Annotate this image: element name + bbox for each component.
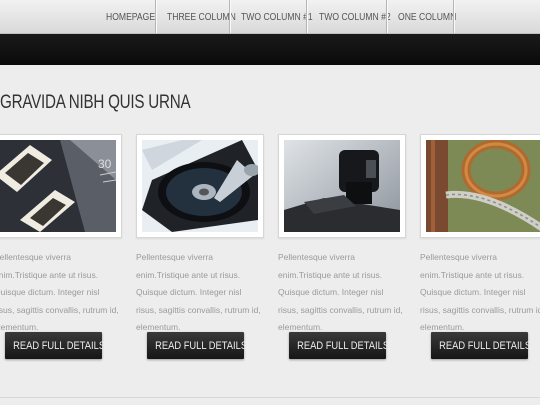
section-title: GRAVIDA NIBH QUIS URNA [0,92,191,113]
read-full-details-button[interactable]: READ FULL DETAILS [5,332,105,359]
card-description: Pellentesque viverra enim.Tristique ante… [420,252,540,332]
read-full-details-button[interactable]: READ FULL DETAILS [289,332,389,359]
nav-item-two-column-2[interactable]: TWO COLUMN #2 [319,0,391,33]
nav-divider [306,0,307,33]
card-thumbnail[interactable]: 30 [0,134,122,238]
header-band [0,34,540,65]
svg-text:30: 30 [98,157,112,171]
stapler-photo [284,140,400,232]
nav-divider [386,0,387,33]
divider [0,397,540,398]
card-thumbnail[interactable] [136,134,264,238]
nav-divider [155,0,156,33]
card-thumbnail[interactable] [420,134,540,238]
read-full-details-button[interactable]: READ FULL DETAILS [431,332,531,359]
nav-item-two-column-1[interactable]: TWO COLUMN #1 [241,0,313,33]
nav-divider [229,0,230,33]
top-navigation: HOMEPAGE THREE COLUMN TWO COLUMN #1 TWO … [0,0,540,34]
nav-divider [453,0,454,33]
rusty-ring-photo [426,140,540,232]
card-thumbnail[interactable] [278,134,406,238]
nav-item-three-column[interactable]: THREE COLUMN [167,0,236,33]
nav-item-one-column[interactable]: ONE COLUMN [398,0,456,33]
card-description: Pellentesque viverra enim.Tristique ante… [0,252,119,332]
hard-drive-photo [142,140,258,232]
card-description: Pellentesque viverra enim.Tristique ante… [136,252,261,332]
nav-item-homepage[interactable]: HOMEPAGE [106,0,155,33]
keyboard-closeup-photo: 30 [0,140,116,232]
card-description: Pellentesque viverra enim.Tristique ante… [278,252,403,332]
read-full-details-button[interactable]: READ FULL DETAILS [147,332,247,359]
